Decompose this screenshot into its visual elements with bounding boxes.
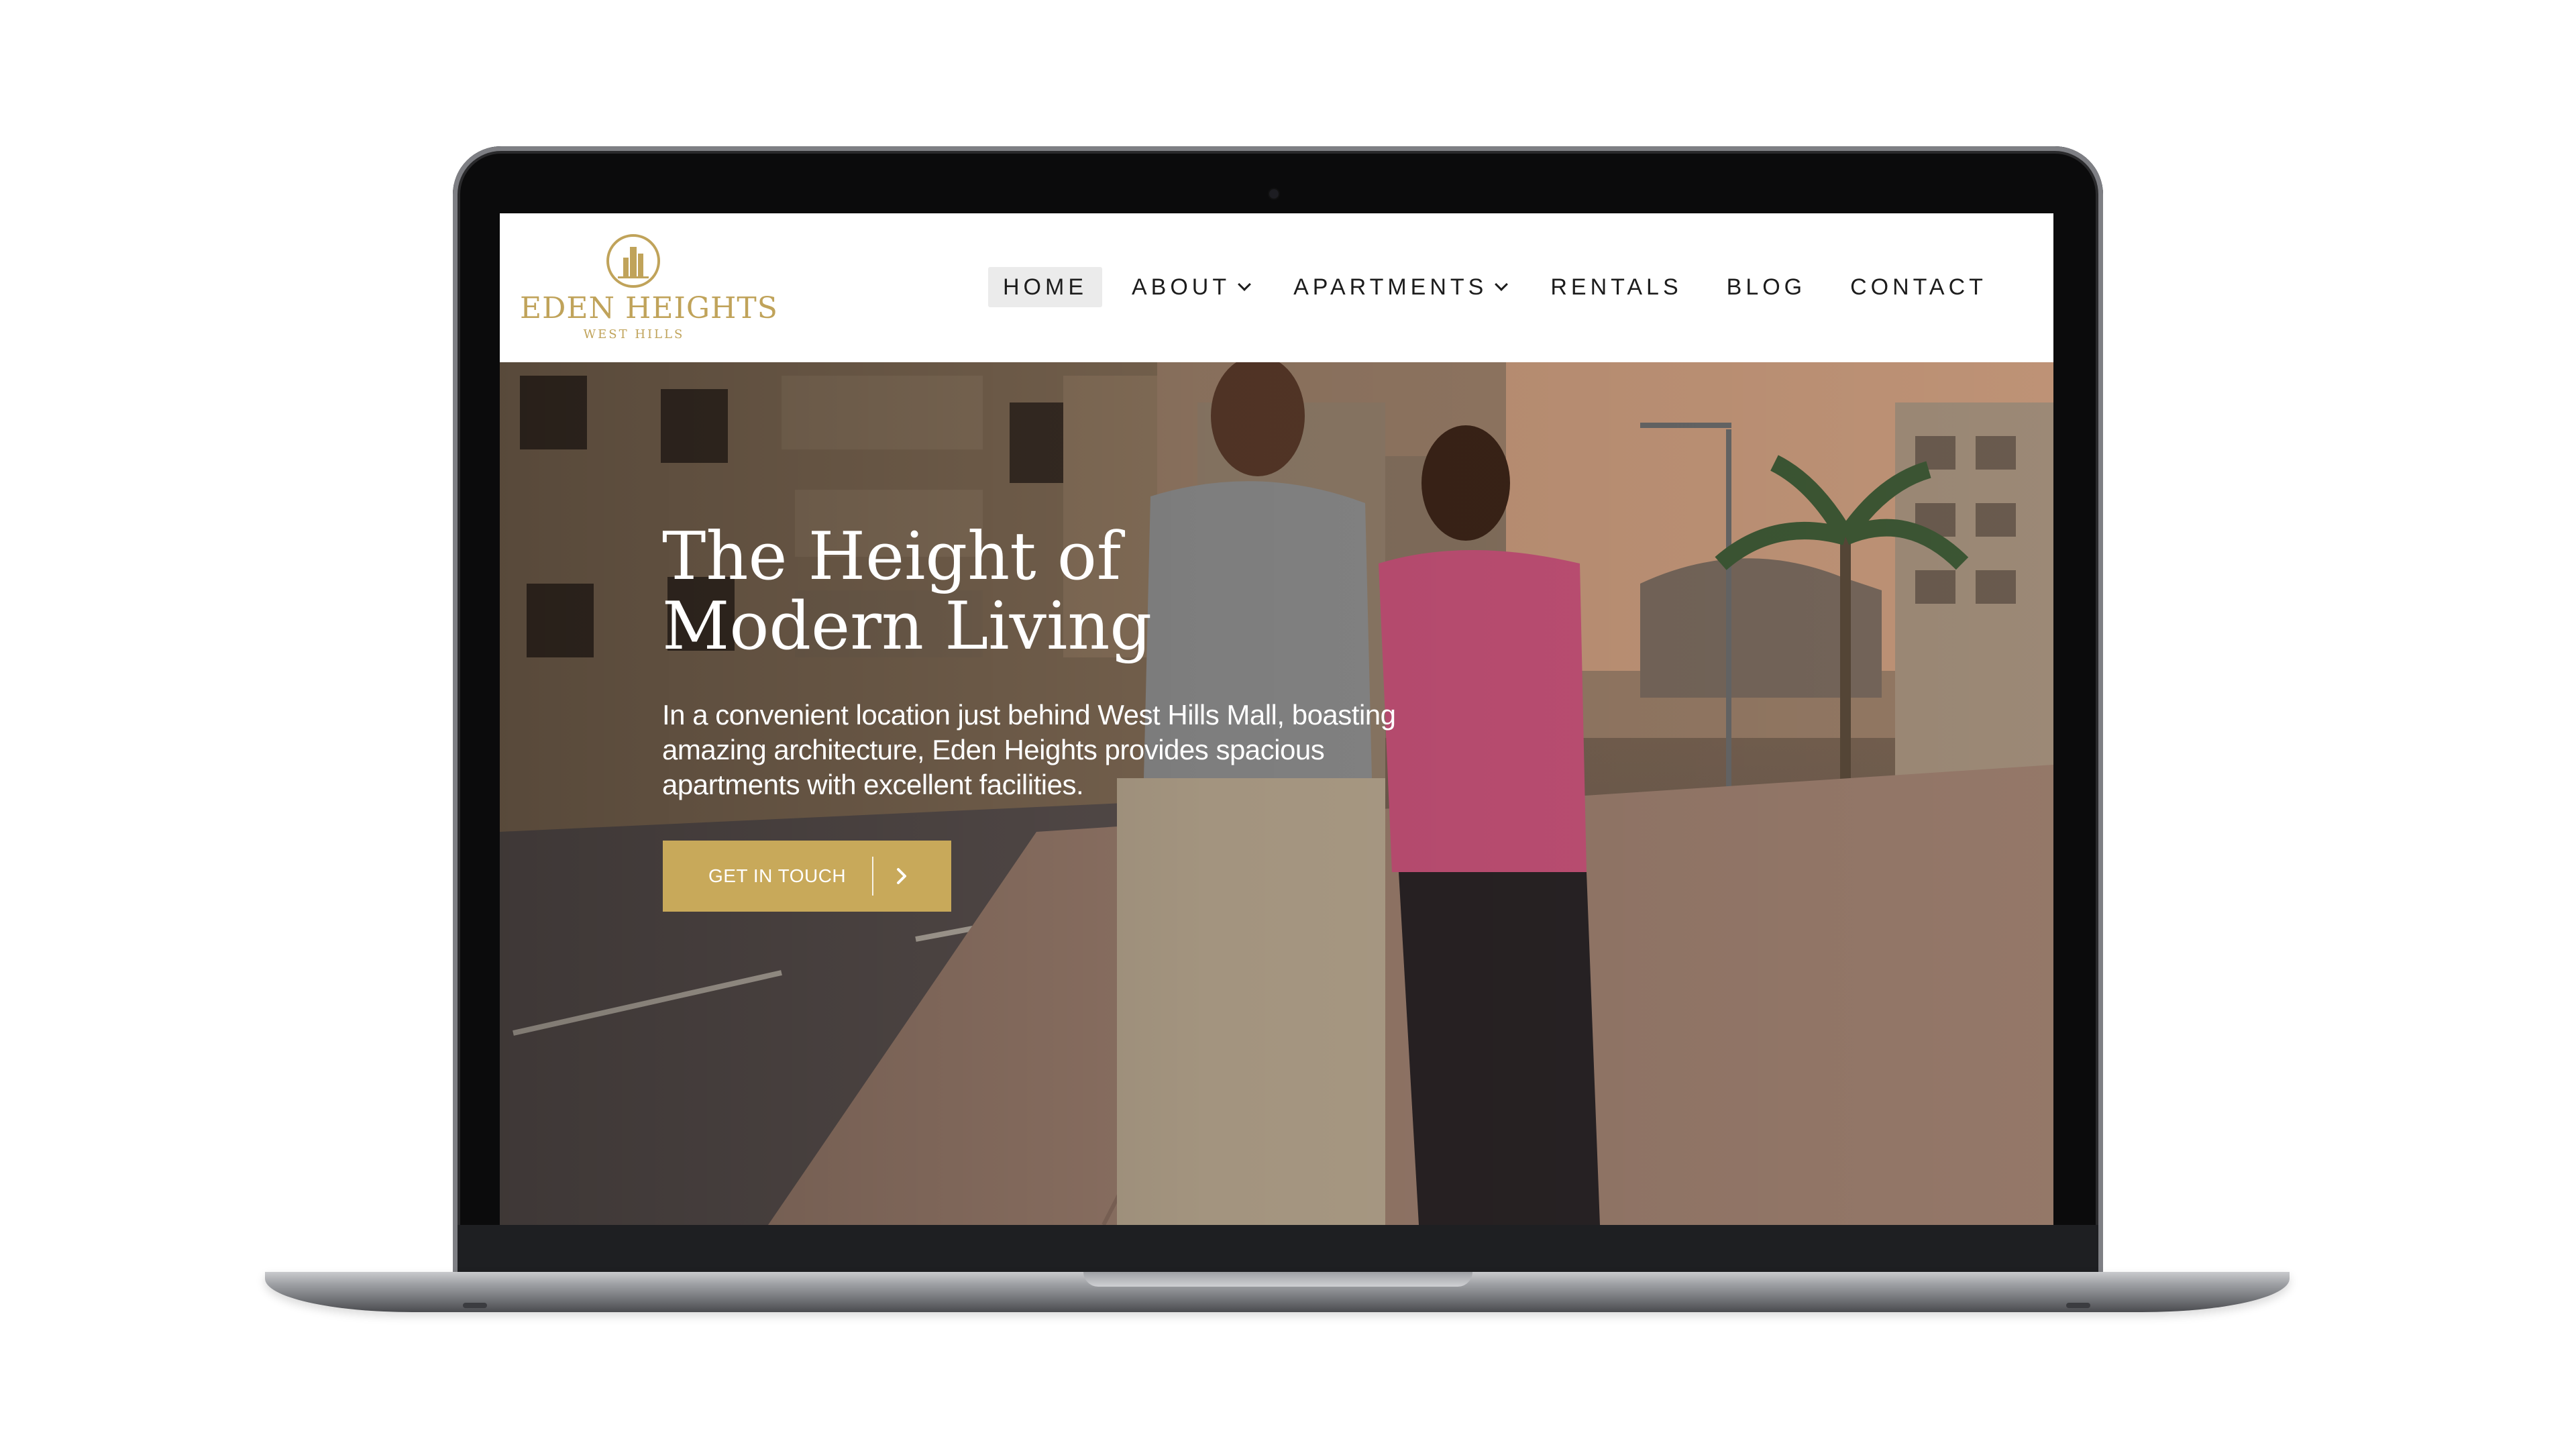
nav-blog-label: BLOG bbox=[1726, 274, 1807, 300]
brand-name: EDEN HEIGHTS bbox=[520, 291, 778, 325]
nav-contact-label: CONTACT bbox=[1850, 274, 1987, 300]
main-nav: HOME ABOUT APARTMENTS RENTALS BLOG CONTA… bbox=[988, 267, 2017, 307]
building-emblem-icon bbox=[606, 234, 660, 288]
hero-section: The Height of Modern Living In a conveni… bbox=[500, 362, 2053, 1225]
laptop-chin bbox=[458, 1225, 2098, 1272]
chevron-right-icon bbox=[897, 868, 906, 884]
logo[interactable]: EDEN HEIGHTS WEST HILLS bbox=[520, 232, 778, 346]
nav-about-label: ABOUT bbox=[1132, 274, 1231, 300]
nav-home-label: HOME bbox=[1003, 274, 1087, 300]
nav-contact[interactable]: CONTACT bbox=[1835, 267, 2002, 307]
hero-description: In a convenient location just behind Wes… bbox=[662, 699, 1396, 800]
get-in-touch-label: GET IN TOUCH bbox=[708, 865, 847, 886]
laptop-screen: EDEN HEIGHTS WEST HILLS HOME ABOUT APART… bbox=[500, 213, 2053, 1225]
laptop-hinge-notch bbox=[1083, 1272, 1472, 1287]
hero-title: The Height of Modern Living bbox=[662, 519, 1152, 665]
button-divider bbox=[872, 857, 873, 896]
nav-apartments-label: APARTMENTS bbox=[1293, 274, 1488, 300]
chevron-down-icon bbox=[1495, 278, 1509, 291]
nav-rentals-label: RENTALS bbox=[1550, 274, 1682, 300]
site-header: EDEN HEIGHTS WEST HILLS HOME ABOUT APART… bbox=[500, 213, 2053, 362]
nav-about[interactable]: ABOUT bbox=[1117, 267, 1264, 307]
laptop-foot bbox=[463, 1303, 487, 1308]
nav-rentals[interactable]: RENTALS bbox=[1536, 267, 1697, 307]
nav-home[interactable]: HOME bbox=[988, 267, 1102, 307]
camera-icon bbox=[1269, 189, 1279, 199]
chevron-down-icon bbox=[1238, 278, 1252, 291]
brand-subtitle: WEST HILLS bbox=[583, 327, 685, 341]
nav-blog[interactable]: BLOG bbox=[1712, 267, 1821, 307]
laptop-mockup: EDEN HEIGHTS WEST HILLS HOME ABOUT APART… bbox=[0, 0, 2576, 1449]
laptop-foot bbox=[2066, 1303, 2090, 1308]
get-in-touch-button[interactable]: GET IN TOUCH bbox=[663, 841, 951, 912]
nav-apartments[interactable]: APARTMENTS bbox=[1279, 267, 1521, 307]
